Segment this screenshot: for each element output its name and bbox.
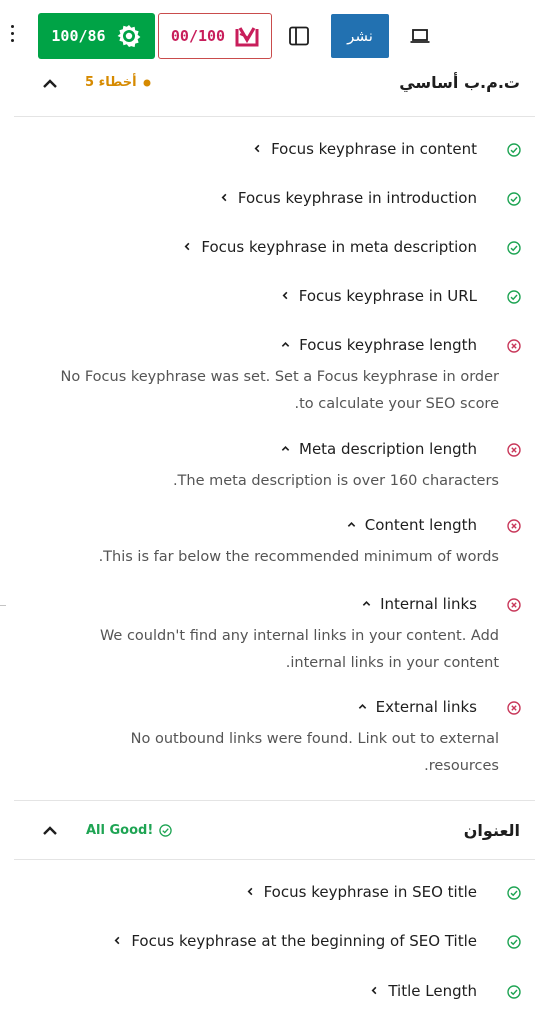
description-line: .This is far below the recommended minim… <box>98 549 499 565</box>
description-line: We couldn't find any internal links in y… <box>99 628 499 644</box>
assessment-item[interactable]: Focus keyphrase in URL <box>16 285 521 309</box>
assessment-label: Focus keyphrase in SEO title <box>263 883 477 901</box>
chevron-up-icon <box>362 601 371 606</box>
assessment-item[interactable]: Title Length <box>16 980 521 1004</box>
chevron-left-icon <box>114 936 120 945</box>
assessment-label: Focus keyphrase length <box>299 336 477 354</box>
check-circle-icon <box>507 886 521 900</box>
check-circle-icon <box>507 241 521 255</box>
error-circle-icon <box>507 598 521 612</box>
chevron-left-icon <box>221 193 227 202</box>
description-line: .to calculate your SEO score <box>294 396 499 412</box>
chevron-left-icon <box>254 144 260 153</box>
description-line: No Focus keyphrase was set. Set a Focus … <box>60 369 499 385</box>
check-circle-icon <box>507 290 521 304</box>
edge-marker <box>0 605 6 606</box>
assessment-item[interactable]: Focus keyphrase in introduction <box>16 187 521 211</box>
title-section-header[interactable]: العنوان All Good! <box>14 803 535 860</box>
error-circle-icon <box>507 701 521 715</box>
assessment-description: We couldn't find any internal links in y… <box>29 623 499 677</box>
gear-icon <box>117 25 140 48</box>
assessment-label: Focus keyphrase in content <box>271 140 477 158</box>
assessment-item[interactable]: External links <box>16 696 521 720</box>
check-circle-icon <box>507 192 521 206</box>
description-line: .The meta description is over 160 charac… <box>172 473 499 489</box>
check-circle-icon <box>507 985 521 999</box>
assessment-label: Content length <box>364 516 477 534</box>
assessment-item[interactable]: Focus keyphrase in content <box>16 138 521 162</box>
assessment-item[interactable]: Focus keyphrase in meta description <box>16 236 521 260</box>
error-circle-icon <box>507 339 521 353</box>
yoast-logo-icon <box>235 27 259 47</box>
readability-score-button[interactable]: 00/100 <box>158 13 272 59</box>
seo-score-button[interactable]: 100/86 <box>38 13 155 59</box>
error-circle-icon <box>507 443 521 457</box>
description-line: No outbound links were found. Link out t… <box>130 731 499 747</box>
warning-dot-icon <box>143 79 151 86</box>
publish-button[interactable]: نشر <box>331 14 389 58</box>
check-circle-icon <box>507 143 521 157</box>
assessment-item[interactable]: Focus keyphrase at the beginning of SEO … <box>16 930 521 954</box>
assessment-label: External links <box>375 698 477 716</box>
chevron-up-icon <box>281 342 290 347</box>
chevron-up-icon <box>358 704 366 709</box>
chevron-left-icon <box>282 291 288 300</box>
description-line: .internal links in your content <box>285 655 499 671</box>
assessment-item[interactable]: Focus keyphrase in SEO title <box>16 881 521 905</box>
problems-count: 5 أخطاء <box>85 75 151 90</box>
chevron-left-icon <box>371 986 377 995</box>
preview-device-icon[interactable] <box>405 20 435 52</box>
chevron-up-icon <box>281 446 290 451</box>
check-circle-icon <box>159 824 173 837</box>
seo-score-value: 100/86 <box>51 27 106 45</box>
assessment-description: .This is far below the recommended minim… <box>29 544 499 571</box>
section-title: العنوان <box>463 821 520 840</box>
assessment-label: Meta description length <box>299 440 477 458</box>
description-line: .resources <box>424 758 499 774</box>
assessment-item[interactable]: Meta description length <box>16 438 521 462</box>
assessment-label: Internal links <box>380 595 477 613</box>
assessment-item[interactable]: Internal links <box>16 593 521 617</box>
readability-score-value: 00/100 <box>170 27 226 45</box>
chevron-left-icon <box>184 242 190 251</box>
assessment-description: .The meta description is over 160 charac… <box>29 468 499 495</box>
options-menu-icon[interactable] <box>4 22 20 50</box>
assessment-description: No outbound links were found. Link out t… <box>29 726 499 780</box>
assessment-label: Focus keyphrase in introduction <box>237 189 477 207</box>
assessment-label: Focus keyphrase in URL <box>298 287 477 305</box>
assessment-item[interactable]: Content length <box>16 514 521 538</box>
error-circle-icon <box>507 519 521 533</box>
assessment-item[interactable]: Focus keyphrase length <box>16 334 521 358</box>
assessment-label: Focus keyphrase in meta description <box>201 238 477 256</box>
assessment-label: Focus keyphrase at the beginning of SEO … <box>131 932 477 950</box>
assessment-description: No Focus keyphrase was set. Set a Focus … <box>29 364 499 418</box>
chevron-left-icon <box>247 887 253 896</box>
assessment-label: Title Length <box>388 982 477 1000</box>
sidebar-toggle-icon[interactable] <box>284 20 314 52</box>
check-circle-icon <box>507 935 521 949</box>
chevron-up-icon[interactable] <box>40 821 60 841</box>
all-good-status: All Good! <box>86 823 173 838</box>
chevron-up-icon <box>347 522 355 527</box>
section-title: ت.م.ب أساسي <box>399 73 520 92</box>
chevron-up-icon[interactable] <box>40 74 60 94</box>
basic-seo-header[interactable]: ت.م.ب أساسي 5 أخطاء <box>14 60 535 117</box>
section-divider <box>14 800 535 801</box>
